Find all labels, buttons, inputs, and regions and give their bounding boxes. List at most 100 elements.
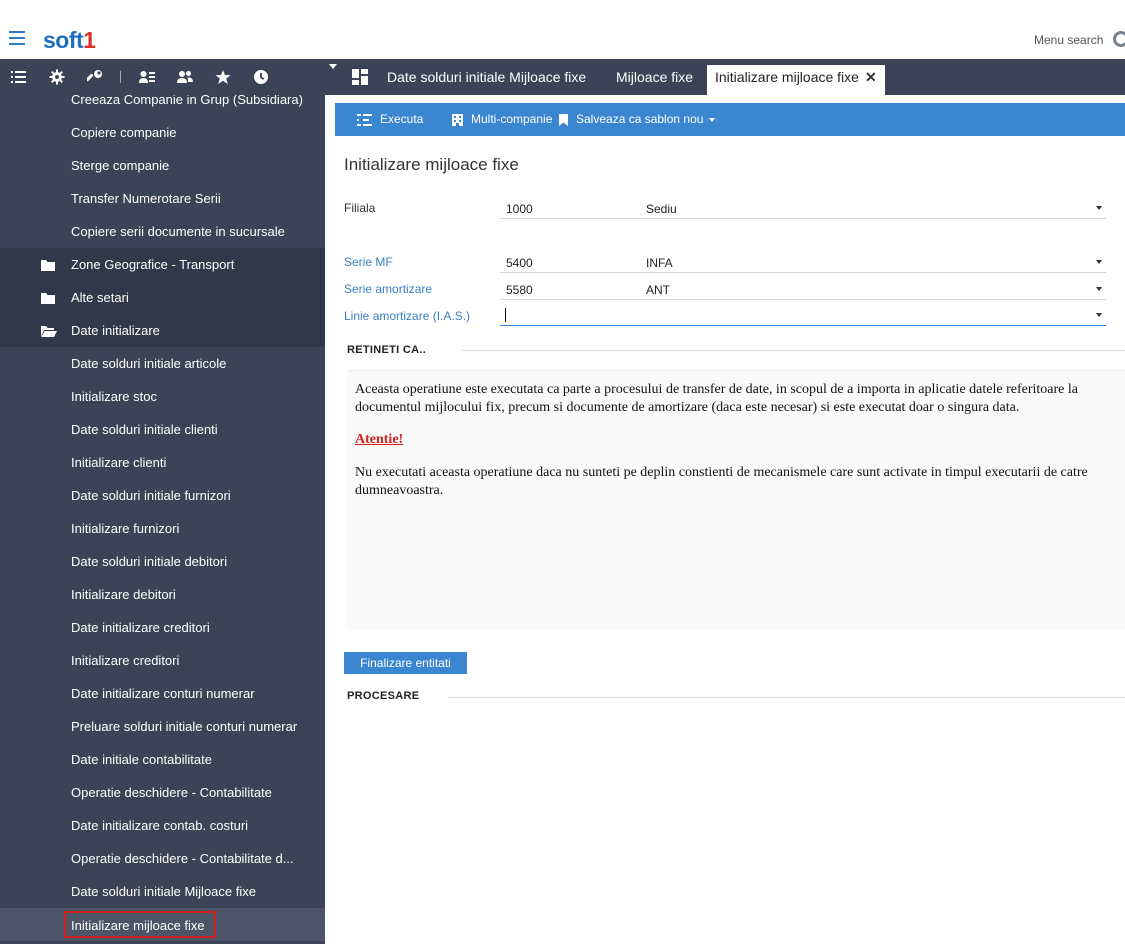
sidebar-item-label: Date solduri initiale articole bbox=[71, 356, 227, 371]
sidebar-item[interactable]: Date initializare contab. costuri bbox=[0, 809, 325, 842]
sidebar-item[interactable]: Initializare stoc bbox=[0, 380, 325, 413]
serie-mf-code: 5400 bbox=[506, 256, 533, 270]
execute-label: Executa bbox=[380, 112, 424, 126]
notice-heading: RETINETI CA.. bbox=[347, 344, 427, 356]
sidebar-item-label: Creeaza Companie in Grup (Subsidiara) bbox=[71, 95, 303, 107]
sidebar-item[interactable]: Initializare clienti bbox=[0, 446, 325, 479]
sidebar-item[interactable]: Operatie deschidere - Contabilitate d... bbox=[0, 842, 325, 875]
serie-mf-dropdown-icon[interactable] bbox=[1096, 260, 1102, 264]
sidebar-item[interactable]: Copiere serii documente in sucursale bbox=[0, 215, 325, 248]
processing-heading: PROCESARE bbox=[347, 690, 420, 702]
save-template-label: Salveaza ca sablon nou bbox=[576, 112, 704, 126]
sidebar-item[interactable]: Date solduri initiale Mijloace fixe bbox=[0, 875, 325, 908]
sidebar-item[interactable]: Date solduri initiale furnizori bbox=[0, 479, 325, 512]
app-logo[interactable]: soft1 bbox=[43, 27, 96, 54]
serie-mf-name: INFA bbox=[646, 256, 673, 270]
tab-mijloace-fixe[interactable]: Mijloace fixe bbox=[616, 65, 693, 95]
sidebar-item[interactable]: Operatie deschidere - Contabilitate bbox=[0, 776, 325, 809]
filiala-code: 1000 bbox=[506, 202, 533, 216]
serie-amortizare-code: 5580 bbox=[506, 283, 533, 297]
sidebar-folder[interactable]: Date initializare bbox=[0, 314, 325, 347]
sidebar-item[interactable]: Date solduri initiale debitori bbox=[0, 545, 325, 578]
sidebar-item-label: Date initializare contab. costuri bbox=[71, 818, 249, 833]
gear-icon[interactable] bbox=[49, 69, 65, 85]
serie-mf-field[interactable]: 5400 INFA bbox=[500, 251, 1106, 273]
notice-box: Aceasta operatiune este executata ca par… bbox=[347, 370, 1125, 630]
save-template-dropdown-icon[interactable] bbox=[709, 118, 715, 122]
sidebar-item[interactable]: Sterge companie bbox=[0, 149, 325, 182]
sidebar-item[interactable]: Initializare creditori bbox=[0, 644, 325, 677]
warning-label: Atentie! bbox=[355, 432, 404, 447]
sidebar-item[interactable]: Date initializare creditori bbox=[0, 611, 325, 644]
tab-label: Initializare mijloace fixe bbox=[715, 69, 859, 85]
linie-amortizare-label: Linie amortizare (I.A.S.) bbox=[344, 309, 471, 323]
sidebar-item-label: Date solduri initiale clienti bbox=[71, 422, 218, 437]
sidebar-item[interactable]: Date initializare conturi numerar bbox=[0, 677, 325, 710]
sidebar-item-label: Initializare mijloace fixe bbox=[64, 911, 216, 938]
linie-amortizare-field[interactable] bbox=[500, 304, 1106, 326]
wrench-icon[interactable] bbox=[87, 69, 103, 85]
sidebar-item-label: Date initializare creditori bbox=[71, 620, 210, 635]
folder-icon bbox=[41, 293, 55, 304]
sidebar-folder[interactable]: Alte setari bbox=[0, 281, 325, 314]
save-template-button[interactable]: Salveaza ca sablon nou bbox=[559, 103, 717, 136]
sidebar-item-label: Copiere serii documente in sucursale bbox=[71, 224, 285, 239]
serie-amortizare-field[interactable]: 5580 ANT bbox=[500, 278, 1106, 300]
sidebar-item[interactable]: Initializare debitori bbox=[0, 578, 325, 611]
close-tab-icon[interactable]: ✕ bbox=[865, 69, 877, 85]
sidebar-item-label: Date initializare bbox=[71, 323, 160, 338]
sidebar-item-label: Initializare debitori bbox=[71, 587, 176, 602]
top-header: soft1 Menu search bbox=[0, 0, 1125, 59]
action-toolbar: Executa Multi-companie Salveaza ca sablo… bbox=[335, 103, 1125, 136]
notice-paragraph-1-line-1: Aceasta operatiune este executata ca par… bbox=[355, 382, 1078, 397]
sidebar-item-label: Initializare stoc bbox=[71, 389, 157, 404]
serie-mf-label: Serie MF bbox=[344, 255, 393, 269]
sidebar-folder[interactable]: Zone Geografice - Transport bbox=[0, 248, 325, 281]
filiala-dropdown-icon[interactable] bbox=[1096, 206, 1102, 210]
sidebar-item-label: Sterge companie bbox=[71, 158, 170, 173]
tab-date-solduri-mijloace-fixe[interactable]: Date solduri initiale Mijloace fixe bbox=[387, 65, 586, 95]
hamburger-menu-icon[interactable] bbox=[9, 31, 25, 49]
filiala-field[interactable]: 1000 Sediu bbox=[500, 197, 1106, 219]
sidebar-item[interactable]: Transfer Numerotare Serii bbox=[0, 182, 325, 215]
filiala-label: Filiala bbox=[344, 201, 376, 215]
serie-amortizare-dropdown-icon[interactable] bbox=[1096, 287, 1102, 291]
sidebar-item[interactable]: Date solduri initiale clienti bbox=[0, 413, 325, 446]
sidebar-item[interactable]: Initializare mijloace fixe bbox=[0, 908, 325, 941]
sidebar-item-label: Date solduri initiale furnizori bbox=[71, 488, 231, 503]
sidebar-item[interactable]: Initializare furnizori bbox=[0, 512, 325, 545]
users-icon[interactable] bbox=[177, 69, 193, 85]
menu-search-label[interactable]: Menu search bbox=[1034, 33, 1103, 47]
building-icon bbox=[452, 113, 463, 126]
tab-dropdown-icon[interactable] bbox=[329, 64, 337, 69]
notice-paragraph-1-line-2: documentul mijlocului fix, precum si doc… bbox=[355, 400, 1020, 415]
finish-entities-button[interactable]: Finalizare entitati bbox=[344, 652, 467, 674]
sidebar-item[interactable]: Date solduri initiale articole bbox=[0, 347, 325, 380]
sidebar-item[interactable]: Creeaza Companie in Grup (Subsidiara) bbox=[0, 95, 325, 116]
star-icon[interactable] bbox=[215, 69, 231, 85]
execute-button[interactable]: Executa bbox=[357, 103, 423, 136]
sidebar-item[interactable]: Preluare solduri initiale conturi numera… bbox=[0, 710, 325, 743]
sidebar-item-label: Initializare clienti bbox=[71, 455, 167, 470]
sidebar-item[interactable]: Copiere companie bbox=[0, 116, 325, 149]
sidebar-item[interactable]: Date initiale contabilitate bbox=[0, 743, 325, 776]
user-list-icon[interactable] bbox=[139, 69, 155, 85]
sidebar-item-label: Alte setari bbox=[71, 290, 129, 305]
sidebar-toolbar bbox=[0, 59, 325, 95]
clock-icon[interactable] bbox=[253, 69, 269, 85]
page-title: Initializare mijloace fixe bbox=[344, 155, 519, 174]
list-icon[interactable] bbox=[11, 69, 27, 85]
sidebar-item-label: Date initiale contabilitate bbox=[71, 752, 212, 767]
dashboard-grid-icon[interactable] bbox=[352, 69, 368, 85]
search-icon[interactable] bbox=[1113, 31, 1125, 47]
notice-paragraph-2-line-1: Nu executati aceasta operatiune daca nu … bbox=[355, 465, 1088, 480]
multi-company-button[interactable]: Multi-companie bbox=[452, 103, 552, 136]
tab-bar: Date solduri initiale Mijloace fixe Mijl… bbox=[325, 59, 1125, 95]
sidebar-item-label: Date initializare conturi numerar bbox=[71, 686, 255, 701]
sidebar-menu-list: Creeaza Companie in Grup (Subsidiara) Cop… bbox=[0, 95, 325, 944]
bookmark-icon bbox=[559, 113, 568, 126]
sidebar-item-label: Initializare furnizori bbox=[71, 521, 180, 536]
sidebar-item-label: Date solduri initiale debitori bbox=[71, 554, 228, 569]
linie-amortizare-dropdown-icon[interactable] bbox=[1096, 313, 1102, 317]
tab-initializare-mijloace-fixe[interactable]: Initializare mijloace fixe ✕ bbox=[707, 65, 885, 95]
